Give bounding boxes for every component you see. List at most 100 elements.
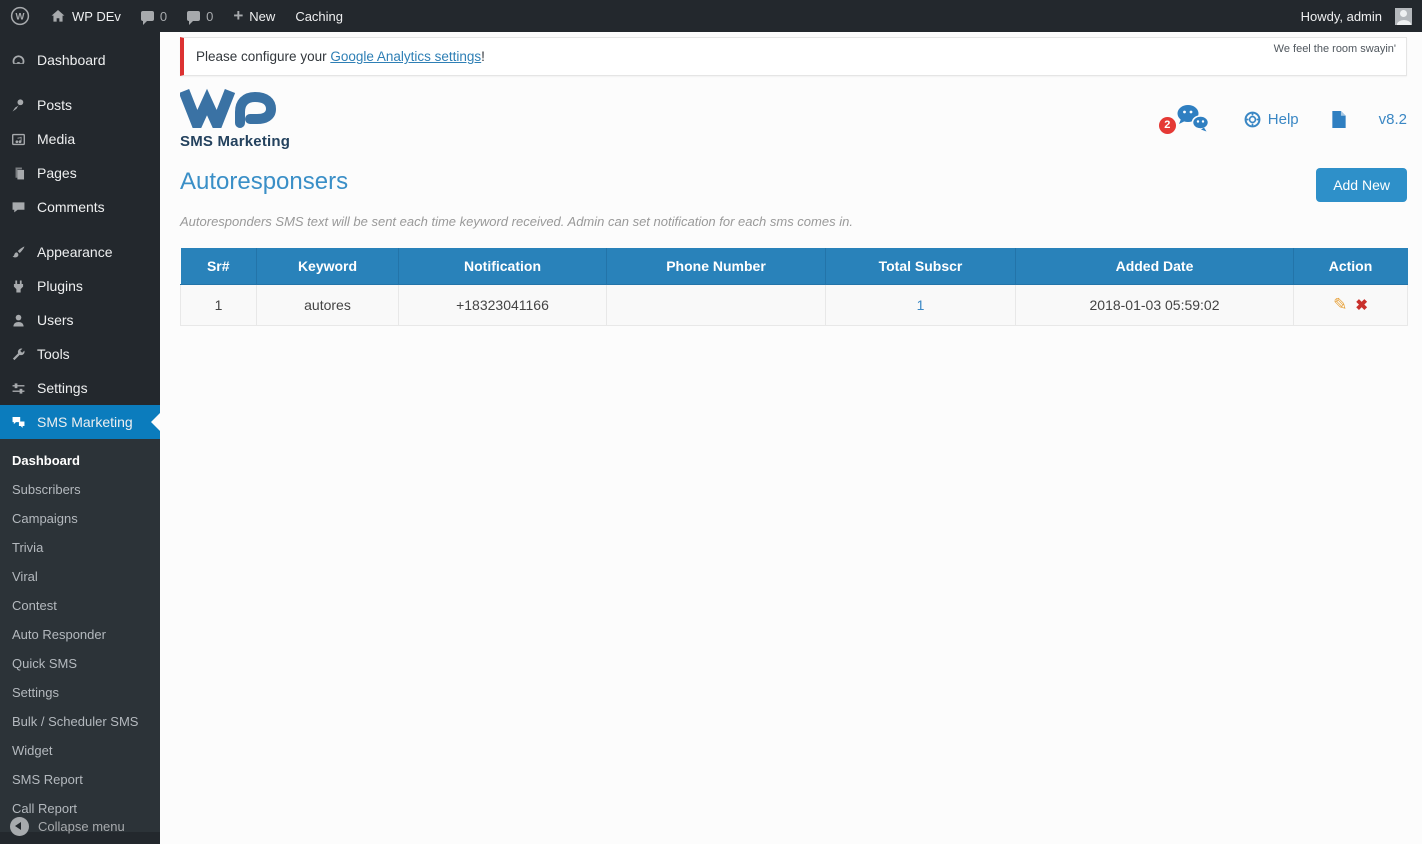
sms-marketing-submenu: Dashboard Subscribers Campaigns Trivia V… <box>0 439 160 832</box>
message-count-badge: 2 <box>1158 116 1176 134</box>
submenu-item-subscribers[interactable]: Subscribers <box>0 475 160 504</box>
submenu-item-auto-responder[interactable]: Auto Responder <box>0 620 160 649</box>
admin-bar-right: Howdy, admin <box>1291 0 1422 32</box>
sidebar-item-label: Plugins <box>37 278 83 294</box>
google-analytics-settings-link[interactable]: Google Analytics settings <box>330 49 481 64</box>
menu-separator <box>0 77 160 88</box>
howdy-label: Howdy, admin <box>1300 8 1382 24</box>
admin-bar: W WP DEv 0 0 + New Caching Howdy, admin <box>0 0 1422 32</box>
plugin-logo: SMS Marketing <box>178 88 291 150</box>
wechat-icon <box>1177 104 1210 131</box>
new-label: New <box>249 8 276 24</box>
pushpin-icon <box>8 97 28 114</box>
sidebar-item-label: SMS Marketing <box>37 414 133 430</box>
cell-phone-number <box>606 284 826 326</box>
submenu-item-campaigns[interactable]: Campaigns <box>0 504 160 533</box>
sidebar-item-sms-marketing[interactable]: SMS Marketing <box>0 405 160 439</box>
submenu-item-quick-sms[interactable]: Quick SMS <box>0 649 160 678</box>
sidebar-item-posts[interactable]: Posts <box>0 88 160 122</box>
my-account-menu[interactable]: Howdy, admin <box>1291 0 1422 32</box>
cell-action: ✎ ✖ <box>1293 284 1408 326</box>
comments-counter-1[interactable]: 0 <box>131 0 177 32</box>
column-header-phone-number: Phone Number <box>606 248 826 285</box>
collapse-menu-label: Collapse menu <box>38 818 125 834</box>
messages-button[interactable]: 2 <box>1158 103 1211 136</box>
wrench-icon <box>8 346 28 363</box>
column-header-sr: Sr# <box>180 248 257 285</box>
sidebar-item-users[interactable]: Users <box>0 303 160 337</box>
hello-dolly-text: We feel the room swayin' <box>1273 43 1396 55</box>
collapse-menu-button[interactable]: Collapse menu <box>0 808 160 844</box>
edit-pencil-icon[interactable]: ✎ <box>1333 295 1347 314</box>
plugin-header: SMS Marketing 2 Help v8.2 <box>178 88 1407 150</box>
help-button[interactable]: Help <box>1243 110 1299 129</box>
sidebar-item-label: Settings <box>37 380 88 396</box>
wp-logo-menu[interactable]: W <box>0 0 40 32</box>
submenu-item-bulk-scheduler-sms[interactable]: Bulk / Scheduler SMS <box>0 707 160 736</box>
plus-icon: + <box>233 5 244 25</box>
pages-icon <box>8 165 28 182</box>
sidebar-item-pages[interactable]: Pages <box>0 156 160 190</box>
caching-menu[interactable]: Caching <box>285 0 353 32</box>
submenu-item-widget[interactable]: Widget <box>0 736 160 765</box>
comments-counter-2[interactable]: 0 <box>177 0 223 32</box>
wordpress-logo-icon: W <box>10 6 30 26</box>
plugin-header-icons: 2 Help v8.2 <box>1158 103 1407 136</box>
avatar <box>1395 7 1412 25</box>
sidebar-item-label: Posts <box>37 97 73 113</box>
sliders-icon <box>8 380 28 397</box>
sidebar-item-label: Media <box>37 131 76 147</box>
sidebar-item-dashboard[interactable]: Dashboard <box>0 43 160 77</box>
sidebar-item-settings[interactable]: Settings <box>0 371 160 405</box>
submenu-item-dashboard[interactable]: Dashboard <box>0 446 160 475</box>
media-icon <box>8 131 28 148</box>
delete-x-icon[interactable]: ✖ <box>1355 297 1368 314</box>
sidebar-item-plugins[interactable]: Plugins <box>0 269 160 303</box>
sidebar-item-label: Tools <box>37 346 70 362</box>
menu-separator <box>0 224 160 235</box>
new-content-menu[interactable]: + New <box>223 0 285 32</box>
documentation-button[interactable] <box>1331 110 1347 129</box>
wp-logo-graphic <box>178 88 277 139</box>
submenu-item-viral[interactable]: Viral <box>0 562 160 591</box>
submenu-item-trivia[interactable]: Trivia <box>0 533 160 562</box>
sidebar-item-comments[interactable]: Comments <box>0 190 160 224</box>
column-header-added-date: Added Date <box>1015 248 1294 285</box>
dashboard-icon <box>8 52 28 69</box>
submenu-item-contest[interactable]: Contest <box>0 591 160 620</box>
autoresponders-table: Sr# Keyword Notification Phone Number To… <box>180 248 1408 326</box>
comment-bubble-icon <box>187 11 201 25</box>
comments-icon <box>8 199 28 216</box>
main-content: Please configure your Google Analytics s… <box>160 0 1422 326</box>
submenu-item-settings[interactable]: Settings <box>0 678 160 707</box>
total-subscribers-link[interactable]: 1 <box>917 297 925 313</box>
notice-text-before: Please configure your <box>196 49 331 64</box>
column-header-total-subscr: Total Subscr <box>825 248 1016 285</box>
user-icon <box>8 312 28 329</box>
plugin-logo-subtitle: SMS Marketing <box>180 133 291 150</box>
submenu-item-sms-report[interactable]: SMS Report <box>0 765 160 794</box>
add-new-button[interactable]: Add New <box>1316 168 1407 202</box>
sidebar-item-appearance[interactable]: Appearance <box>0 235 160 269</box>
cell-total-subscr: 1 <box>825 284 1016 326</box>
paintbrush-icon <box>8 244 28 261</box>
site-name-label: WP DEv <box>72 8 121 24</box>
version-label: v8.2 <box>1378 110 1407 128</box>
document-icon <box>1331 110 1346 128</box>
site-name-menu[interactable]: WP DEv <box>40 0 131 32</box>
sidebar-item-tools[interactable]: Tools <box>0 337 160 371</box>
cell-notification: +18323041166 <box>398 284 607 326</box>
admin-bar-left: W WP DEv 0 0 + New Caching <box>0 0 353 32</box>
column-header-action: Action <box>1293 248 1408 285</box>
caching-label: Caching <box>295 8 344 24</box>
help-label: Help <box>1267 110 1299 128</box>
column-header-keyword: Keyword <box>256 248 399 285</box>
admin-sidebar: Dashboard Posts Media Pages Comments App… <box>0 32 160 844</box>
sidebar-item-label: Pages <box>37 165 77 181</box>
table-header-row: Sr# Keyword Notification Phone Number To… <box>180 248 1408 285</box>
admin-menu: Dashboard Posts Media Pages Comments App… <box>0 32 160 832</box>
sidebar-item-media[interactable]: Media <box>0 122 160 156</box>
active-item-arrow <box>151 413 160 431</box>
notice-text-after: ! <box>481 49 485 64</box>
page-description: Autoresponders SMS text will be sent eac… <box>180 214 853 229</box>
